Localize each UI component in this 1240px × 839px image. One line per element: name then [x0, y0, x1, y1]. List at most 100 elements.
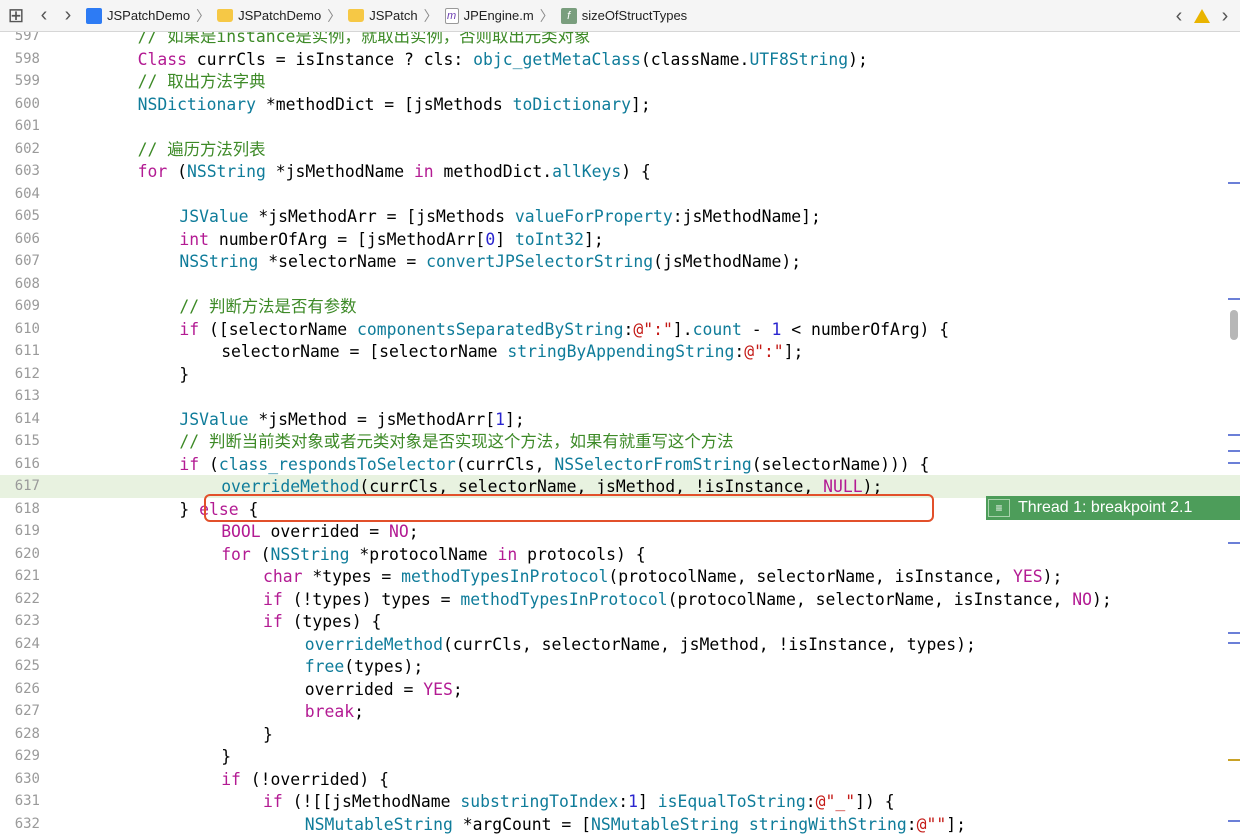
- code-line[interactable]: 616 if (class_respondsToSelector(currCls,…: [0, 453, 1240, 476]
- line-number[interactable]: 612: [0, 363, 40, 386]
- line-number[interactable]: 621: [0, 565, 40, 588]
- breadcrumb-function[interactable]: f sizeOfStructTypes: [560, 7, 687, 24]
- back-arrow-icon[interactable]: ‹: [32, 0, 56, 32]
- code-line[interactable]: 620 for (NSString *protocolName in protoc…: [0, 543, 1240, 566]
- breakpoint-label: Thread 1: breakpoint 2.1: [1018, 499, 1193, 516]
- line-number[interactable]: 614: [0, 408, 40, 431]
- line-number[interactable]: 599: [0, 70, 40, 93]
- code-line[interactable]: 600 NSDictionary *methodDict = [jsMethods…: [0, 93, 1240, 116]
- line-number[interactable]: 616: [0, 453, 40, 476]
- code-line[interactable]: 631 if (![[jsMethodName substringToIndex:…: [0, 790, 1240, 813]
- code-line[interactable]: 597 // 如果是instance是实例，就取出实例，否则取出元类对象: [0, 32, 1240, 48]
- line-number[interactable]: 600: [0, 93, 40, 116]
- code-line[interactable]: 614 JSValue *jsMethod = jsMethodArr[1];: [0, 408, 1240, 431]
- line-number[interactable]: 605: [0, 205, 40, 228]
- line-number[interactable]: 611: [0, 340, 40, 363]
- breakpoint-annotation[interactable]: ≡ Thread 1: breakpoint 2.1: [986, 496, 1240, 520]
- minimap-marker: [1228, 542, 1240, 544]
- code-line[interactable]: 625 free(types);: [0, 655, 1240, 678]
- code-area[interactable]: 597 // 如果是instance是实例，就取出实例，否则取出元类对象 598 Cl…: [0, 32, 1240, 839]
- project-icon: [86, 7, 102, 24]
- line-number[interactable]: 606: [0, 228, 40, 251]
- line-number[interactable]: 609: [0, 295, 40, 318]
- code-line[interactable]: 615 // 判断当前类对象或者元类对象是否实现这个方法，如果有就重写这个方法: [0, 430, 1240, 453]
- previous-issue-icon[interactable]: ‹: [1170, 5, 1188, 28]
- code-line[interactable]: 627 break;: [0, 700, 1240, 723]
- folder-icon: [217, 9, 234, 22]
- code-line[interactable]: 624 overrideMethod(currCls, selectorName,…: [0, 633, 1240, 656]
- code-line[interactable]: 599 // 取出方法字典: [0, 70, 1240, 93]
- code-line[interactable]: 607 NSString *selectorName = convertJPSel…: [0, 250, 1240, 273]
- related-items-grid-icon[interactable]: ⊞: [0, 0, 32, 32]
- line-number[interactable]: 623: [0, 610, 40, 633]
- code-line[interactable]: 603 for (NSString *jsMethodName in method…: [0, 160, 1240, 183]
- code-line[interactable]: 630 if (!overrided) {: [0, 768, 1240, 791]
- code-line[interactable]: 608: [0, 273, 1240, 296]
- breadcrumb-project[interactable]: JSPatchDemo: [86, 7, 190, 24]
- line-source: if (class_respondsToSelector(currCls, NS…: [179, 454, 930, 474]
- line-number[interactable]: 597: [0, 32, 40, 48]
- line-number[interactable]: 602: [0, 138, 40, 161]
- code-line[interactable]: 623 if (types) {: [0, 610, 1240, 633]
- warning-icon[interactable]: [1194, 9, 1210, 23]
- line-number[interactable]: 626: [0, 678, 40, 701]
- code-line[interactable]: 621 char *types = methodTypesInProtocol(p…: [0, 565, 1240, 588]
- minimap-marker: [1228, 298, 1240, 300]
- line-number[interactable]: 619: [0, 520, 40, 543]
- code-line[interactable]: 605 JSValue *jsMethodArr = [jsMethods val…: [0, 205, 1240, 228]
- line-number[interactable]: 625: [0, 655, 40, 678]
- next-issue-icon[interactable]: ›: [1216, 5, 1234, 28]
- code-line[interactable]: 626 overrided = YES;: [0, 678, 1240, 701]
- breadcrumb-separator-icon: 〉: [539, 7, 554, 24]
- line-number[interactable]: 628: [0, 723, 40, 746]
- line-number[interactable]: 629: [0, 745, 40, 768]
- line-number[interactable]: 627: [0, 700, 40, 723]
- breadcrumb-group[interactable]: JSPatchDemo: [217, 8, 321, 23]
- minimap-marker: [1228, 462, 1240, 464]
- code-line[interactable]: 610 if ([selectorName componentsSeparated…: [0, 318, 1240, 341]
- line-source: if (!types) types = methodTypesInProtoco…: [263, 589, 1112, 609]
- code-line[interactable]: 609 // 判断方法是否有参数: [0, 295, 1240, 318]
- line-number[interactable]: 618: [0, 498, 40, 521]
- line-source: for (NSString *jsMethodName in methodDic…: [137, 162, 651, 181]
- folder-icon: [348, 9, 365, 22]
- function-icon: f: [560, 7, 577, 24]
- line-number[interactable]: 615: [0, 430, 40, 453]
- line-number[interactable]: 607: [0, 250, 40, 273]
- line-number[interactable]: 622: [0, 588, 40, 611]
- line-number[interactable]: 608: [0, 273, 40, 296]
- code-line[interactable]: 628}: [0, 723, 1240, 746]
- line-source: overrided = YES;: [304, 679, 463, 699]
- line-number[interactable]: 610: [0, 318, 40, 341]
- line-number[interactable]: 632: [0, 813, 40, 836]
- code-line[interactable]: 602 // 遍历方法列表: [0, 138, 1240, 161]
- code-line[interactable]: 632 NSMutableString *argCount = [NSMutabl…: [0, 813, 1240, 836]
- line-number[interactable]: 598: [0, 48, 40, 71]
- code-line[interactable]: 606 int numberOfArg = [jsMethodArr[0] toI…: [0, 228, 1240, 251]
- line-number[interactable]: 603: [0, 160, 40, 183]
- code-line[interactable]: 604: [0, 183, 1240, 206]
- code-line[interactable]: 629}: [0, 745, 1240, 768]
- breadcrumb-label: JSPatch: [369, 8, 418, 23]
- line-number[interactable]: 613: [0, 385, 40, 408]
- breadcrumb-file[interactable]: m JPEngine.m: [444, 7, 534, 24]
- source-editor[interactable]: 597 // 如果是instance是实例，就取出实例，否则取出元类对象 598 Cl…: [0, 32, 1240, 839]
- jump-bar: ⊞ ‹ › JSPatchDemo 〉 JSPatchDemo 〉 JSPatc…: [0, 0, 1240, 32]
- line-number[interactable]: 630: [0, 768, 40, 791]
- line-number[interactable]: 617: [0, 475, 40, 498]
- code-line[interactable]: 601: [0, 115, 1240, 138]
- line-number[interactable]: 604: [0, 183, 40, 206]
- code-line[interactable]: 622 if (!types) types = methodTypesInProt…: [0, 588, 1240, 611]
- line-number[interactable]: 601: [0, 115, 40, 138]
- code-line[interactable]: 611 selectorName = [selectorName stringBy…: [0, 340, 1240, 363]
- line-number[interactable]: 624: [0, 633, 40, 656]
- vertical-scrollbar[interactable]: [1230, 310, 1238, 340]
- code-line[interactable]: 613: [0, 385, 1240, 408]
- line-number[interactable]: 620: [0, 543, 40, 566]
- code-line[interactable]: 619 BOOL overrided = NO;: [0, 520, 1240, 543]
- forward-arrow-icon[interactable]: ›: [56, 0, 80, 32]
- code-line[interactable]: 612}: [0, 363, 1240, 386]
- breadcrumb-folder[interactable]: JSPatch: [348, 8, 418, 23]
- code-line[interactable]: 598 Class currCls = isInstance ? cls: obj…: [0, 48, 1240, 71]
- line-number[interactable]: 631: [0, 790, 40, 813]
